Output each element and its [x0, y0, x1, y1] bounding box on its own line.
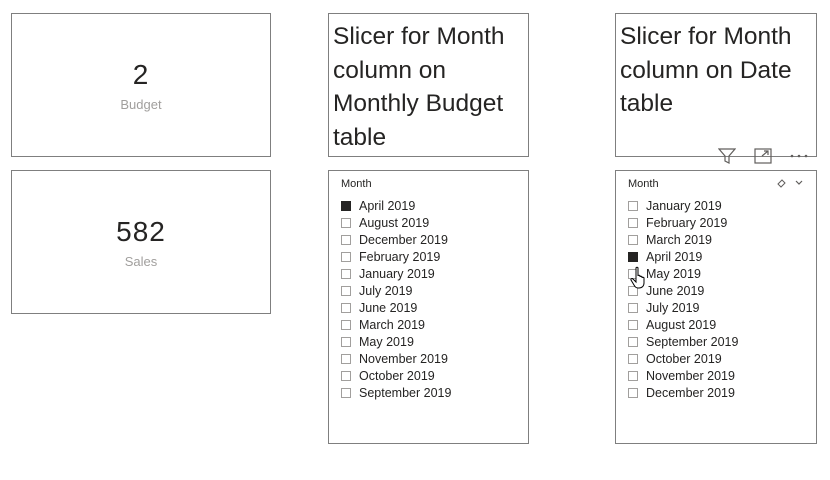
slicer-item-label: August 2019 [646, 317, 717, 332]
slicer-item-label: February 2019 [646, 215, 728, 230]
checkbox[interactable] [341, 268, 351, 279]
slicer-item[interactable]: April 2019 [628, 248, 816, 265]
filter-icon[interactable] [716, 146, 738, 166]
slicer-item[interactable]: June 2019 [341, 299, 528, 316]
textbox-text: Slicer for Month column on Date table [620, 23, 792, 117]
slicer-monthly-budget[interactable]: Month April 2019 August 2019 December 20… [328, 170, 529, 444]
checkbox[interactable] [341, 217, 351, 228]
checkbox[interactable] [341, 370, 351, 381]
checkbox[interactable] [628, 234, 638, 245]
slicer-item-label: September 2019 [359, 385, 452, 400]
slicer-item[interactable]: February 2019 [628, 214, 816, 231]
checkbox[interactable] [341, 285, 351, 296]
slicer-item[interactable]: December 2019 [628, 384, 816, 401]
slicer-item-label: May 2019 [646, 266, 701, 281]
checkbox[interactable] [628, 285, 638, 296]
slicer-item[interactable]: January 2019 [628, 197, 816, 214]
visual-header [716, 145, 816, 167]
slicer-item-label: June 2019 [359, 300, 418, 315]
card-value: 2 [132, 58, 150, 90]
checkbox[interactable] [341, 387, 351, 398]
textbox-text: Slicer for Month column on Monthly Budge… [333, 23, 505, 151]
eraser-icon[interactable] [777, 178, 787, 189]
checkbox[interactable] [628, 319, 638, 330]
slicer-item[interactable]: October 2019 [341, 367, 528, 384]
slicer-item-label: December 2019 [359, 232, 448, 247]
checkbox[interactable] [628, 370, 638, 381]
slicer-item-label: October 2019 [646, 351, 722, 366]
checkbox[interactable] [628, 336, 638, 347]
checkbox[interactable] [628, 387, 638, 398]
slicer-item[interactable]: September 2019 [341, 384, 528, 401]
checkbox[interactable] [628, 200, 638, 211]
card-value: 582 [116, 215, 166, 247]
slicer-item[interactable]: March 2019 [341, 316, 528, 333]
slicer-item-label: August 2019 [359, 215, 430, 230]
slicer-item-label: January 2019 [646, 198, 722, 213]
slicer-item[interactable]: October 2019 [628, 350, 816, 367]
slicer-date-month[interactable]: Month January 2019 February 2019 March 2… [615, 170, 817, 444]
slicer-item[interactable]: August 2019 [341, 214, 528, 231]
card-label: Budget [120, 96, 162, 112]
checkbox[interactable] [628, 353, 638, 364]
slicer-item[interactable]: May 2019 [628, 265, 816, 282]
checkbox[interactable] [341, 302, 351, 313]
slicer-item-label: April 2019 [646, 249, 703, 264]
budget-card[interactable]: 2 Budget [11, 13, 271, 157]
slicer-item-label: March 2019 [359, 317, 426, 332]
slicer-item-label: May 2019 [359, 334, 414, 349]
slicer-item[interactable]: April 2019 [341, 197, 528, 214]
checkbox[interactable] [341, 319, 351, 330]
textbox-date-slicer[interactable]: Slicer for Month column on Date table [615, 13, 817, 157]
focus-mode-icon[interactable] [752, 146, 774, 166]
slicer-item[interactable]: January 2019 [341, 265, 528, 282]
slicer-item[interactable]: August 2019 [628, 316, 816, 333]
slicer-item-label: April 2019 [359, 198, 416, 213]
slicer-item[interactable]: June 2019 [628, 282, 816, 299]
sales-card[interactable]: 582 Sales [11, 170, 271, 314]
slicer-item[interactable]: November 2019 [341, 350, 528, 367]
slicer-item[interactable]: February 2019 [341, 248, 528, 265]
slicer-item[interactable]: July 2019 [628, 299, 816, 316]
slicer-item-label: January 2019 [359, 266, 435, 281]
checkbox[interactable] [341, 251, 351, 262]
textbox-monthly-budget-slicer[interactable]: Slicer for Month column on Monthly Budge… [328, 13, 529, 157]
slicer-item[interactable]: March 2019 [628, 231, 816, 248]
slicer-items: April 2019 August 2019 December 2019 Feb… [341, 197, 528, 401]
slicer-item-label: February 2019 [359, 249, 441, 264]
slicer-items: January 2019 February 2019 March 2019 Ap… [628, 197, 816, 401]
slicer-header-label: Month [628, 178, 659, 190]
slicer-item[interactable]: November 2019 [628, 367, 816, 384]
slicer-item[interactable]: September 2019 [628, 333, 816, 350]
slicer-item[interactable]: July 2019 [341, 282, 528, 299]
checkbox[interactable] [341, 200, 351, 211]
checkbox[interactable] [341, 336, 351, 347]
slicer-item-label: September 2019 [646, 334, 739, 349]
card-label: Sales [124, 253, 158, 269]
checkbox[interactable] [628, 251, 638, 262]
slicer-item-label: November 2019 [359, 351, 448, 366]
slicer-header: Month [628, 178, 816, 192]
slicer-item-label: March 2019 [646, 232, 713, 247]
slicer-item-label: July 2019 [646, 300, 700, 315]
more-options-icon[interactable] [788, 146, 810, 166]
slicer-item-label: October 2019 [359, 368, 435, 383]
chevron-down-icon[interactable] [794, 178, 804, 188]
checkbox[interactable] [341, 234, 351, 245]
checkbox[interactable] [341, 353, 351, 364]
slicer-item-label: December 2019 [646, 385, 735, 400]
slicer-item-label: July 2019 [359, 283, 413, 298]
checkbox[interactable] [628, 268, 638, 279]
checkbox[interactable] [628, 217, 638, 228]
slicer-tools [777, 178, 804, 189]
slicer-item-label: June 2019 [646, 283, 705, 298]
slicer-item-label: November 2019 [646, 368, 735, 383]
slicer-item[interactable]: May 2019 [341, 333, 528, 350]
slicer-item[interactable]: December 2019 [341, 231, 528, 248]
checkbox[interactable] [628, 302, 638, 313]
slicer-header: Month [341, 178, 372, 190]
